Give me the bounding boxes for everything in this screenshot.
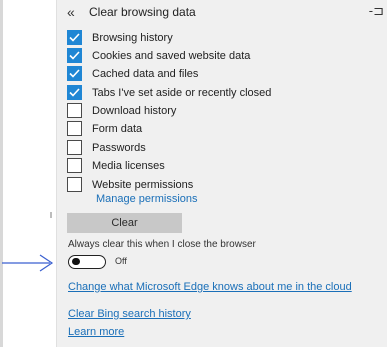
option-checkbox[interactable] [67, 103, 82, 118]
checkmark-icon [69, 51, 80, 60]
panel-title: Clear browsing data [89, 5, 196, 19]
option-row[interactable]: Download history [67, 102, 176, 119]
option-label: Browsing history [92, 31, 173, 44]
option-row[interactable]: Cached data and files [67, 65, 198, 82]
option-label: Download history [92, 104, 177, 117]
window-left-edge [0, 0, 3, 347]
always-clear-toggle[interactable] [68, 255, 106, 269]
edge-knows-link[interactable]: Change what Microsoft Edge knows about m… [68, 281, 378, 293]
option-checkbox[interactable] [67, 140, 82, 155]
clear-bing-history-link[interactable]: Clear Bing search history [68, 308, 191, 320]
toggle-knob [72, 258, 80, 265]
panel-header: « Clear browsing data -⊐ [57, 0, 387, 24]
option-checkbox[interactable] [67, 85, 82, 100]
option-row[interactable]: Media licenses [67, 157, 165, 174]
manage-permissions-link[interactable]: Manage permissions [96, 193, 198, 205]
checkmark-icon [69, 33, 80, 42]
divider-tick [50, 212, 52, 218]
option-label: Passwords [92, 141, 146, 154]
clear-browsing-data-panel: « Clear browsing data -⊐ Browsing histor… [56, 0, 387, 347]
option-checkbox[interactable] [67, 121, 82, 136]
option-row[interactable]: Form data [67, 120, 142, 137]
toggle-state-label: Off [115, 256, 127, 266]
checkmark-icon [69, 88, 80, 97]
option-checkbox[interactable] [67, 177, 82, 192]
learn-more-link[interactable]: Learn more [68, 326, 124, 338]
option-row[interactable]: Website permissions [67, 176, 193, 193]
annotation-arrow-icon [2, 254, 54, 272]
option-label: Form data [92, 122, 143, 135]
option-label: Website permissions [92, 178, 194, 191]
option-row[interactable]: Tabs I've set aside or recently closed [67, 84, 271, 101]
pin-icon[interactable]: -⊐ [369, 3, 384, 19]
option-label: Cookies and saved website data [92, 49, 251, 62]
option-label: Media licenses [92, 159, 165, 172]
option-checkbox[interactable] [67, 158, 82, 173]
option-row[interactable]: Passwords [67, 139, 146, 156]
checkmark-icon [69, 69, 80, 78]
option-checkbox[interactable] [67, 30, 82, 45]
clear-button[interactable]: Clear [67, 213, 182, 233]
option-label: Cached data and files [92, 67, 199, 80]
option-row[interactable]: Cookies and saved website data [67, 47, 250, 64]
option-checkbox[interactable] [67, 48, 82, 63]
back-icon[interactable]: « [67, 4, 81, 20]
option-checkbox[interactable] [67, 66, 82, 81]
always-clear-label: Always clear this when I close the brows… [68, 239, 256, 250]
option-row[interactable]: Browsing history [67, 29, 173, 46]
option-label: Tabs I've set aside or recently closed [92, 86, 272, 99]
